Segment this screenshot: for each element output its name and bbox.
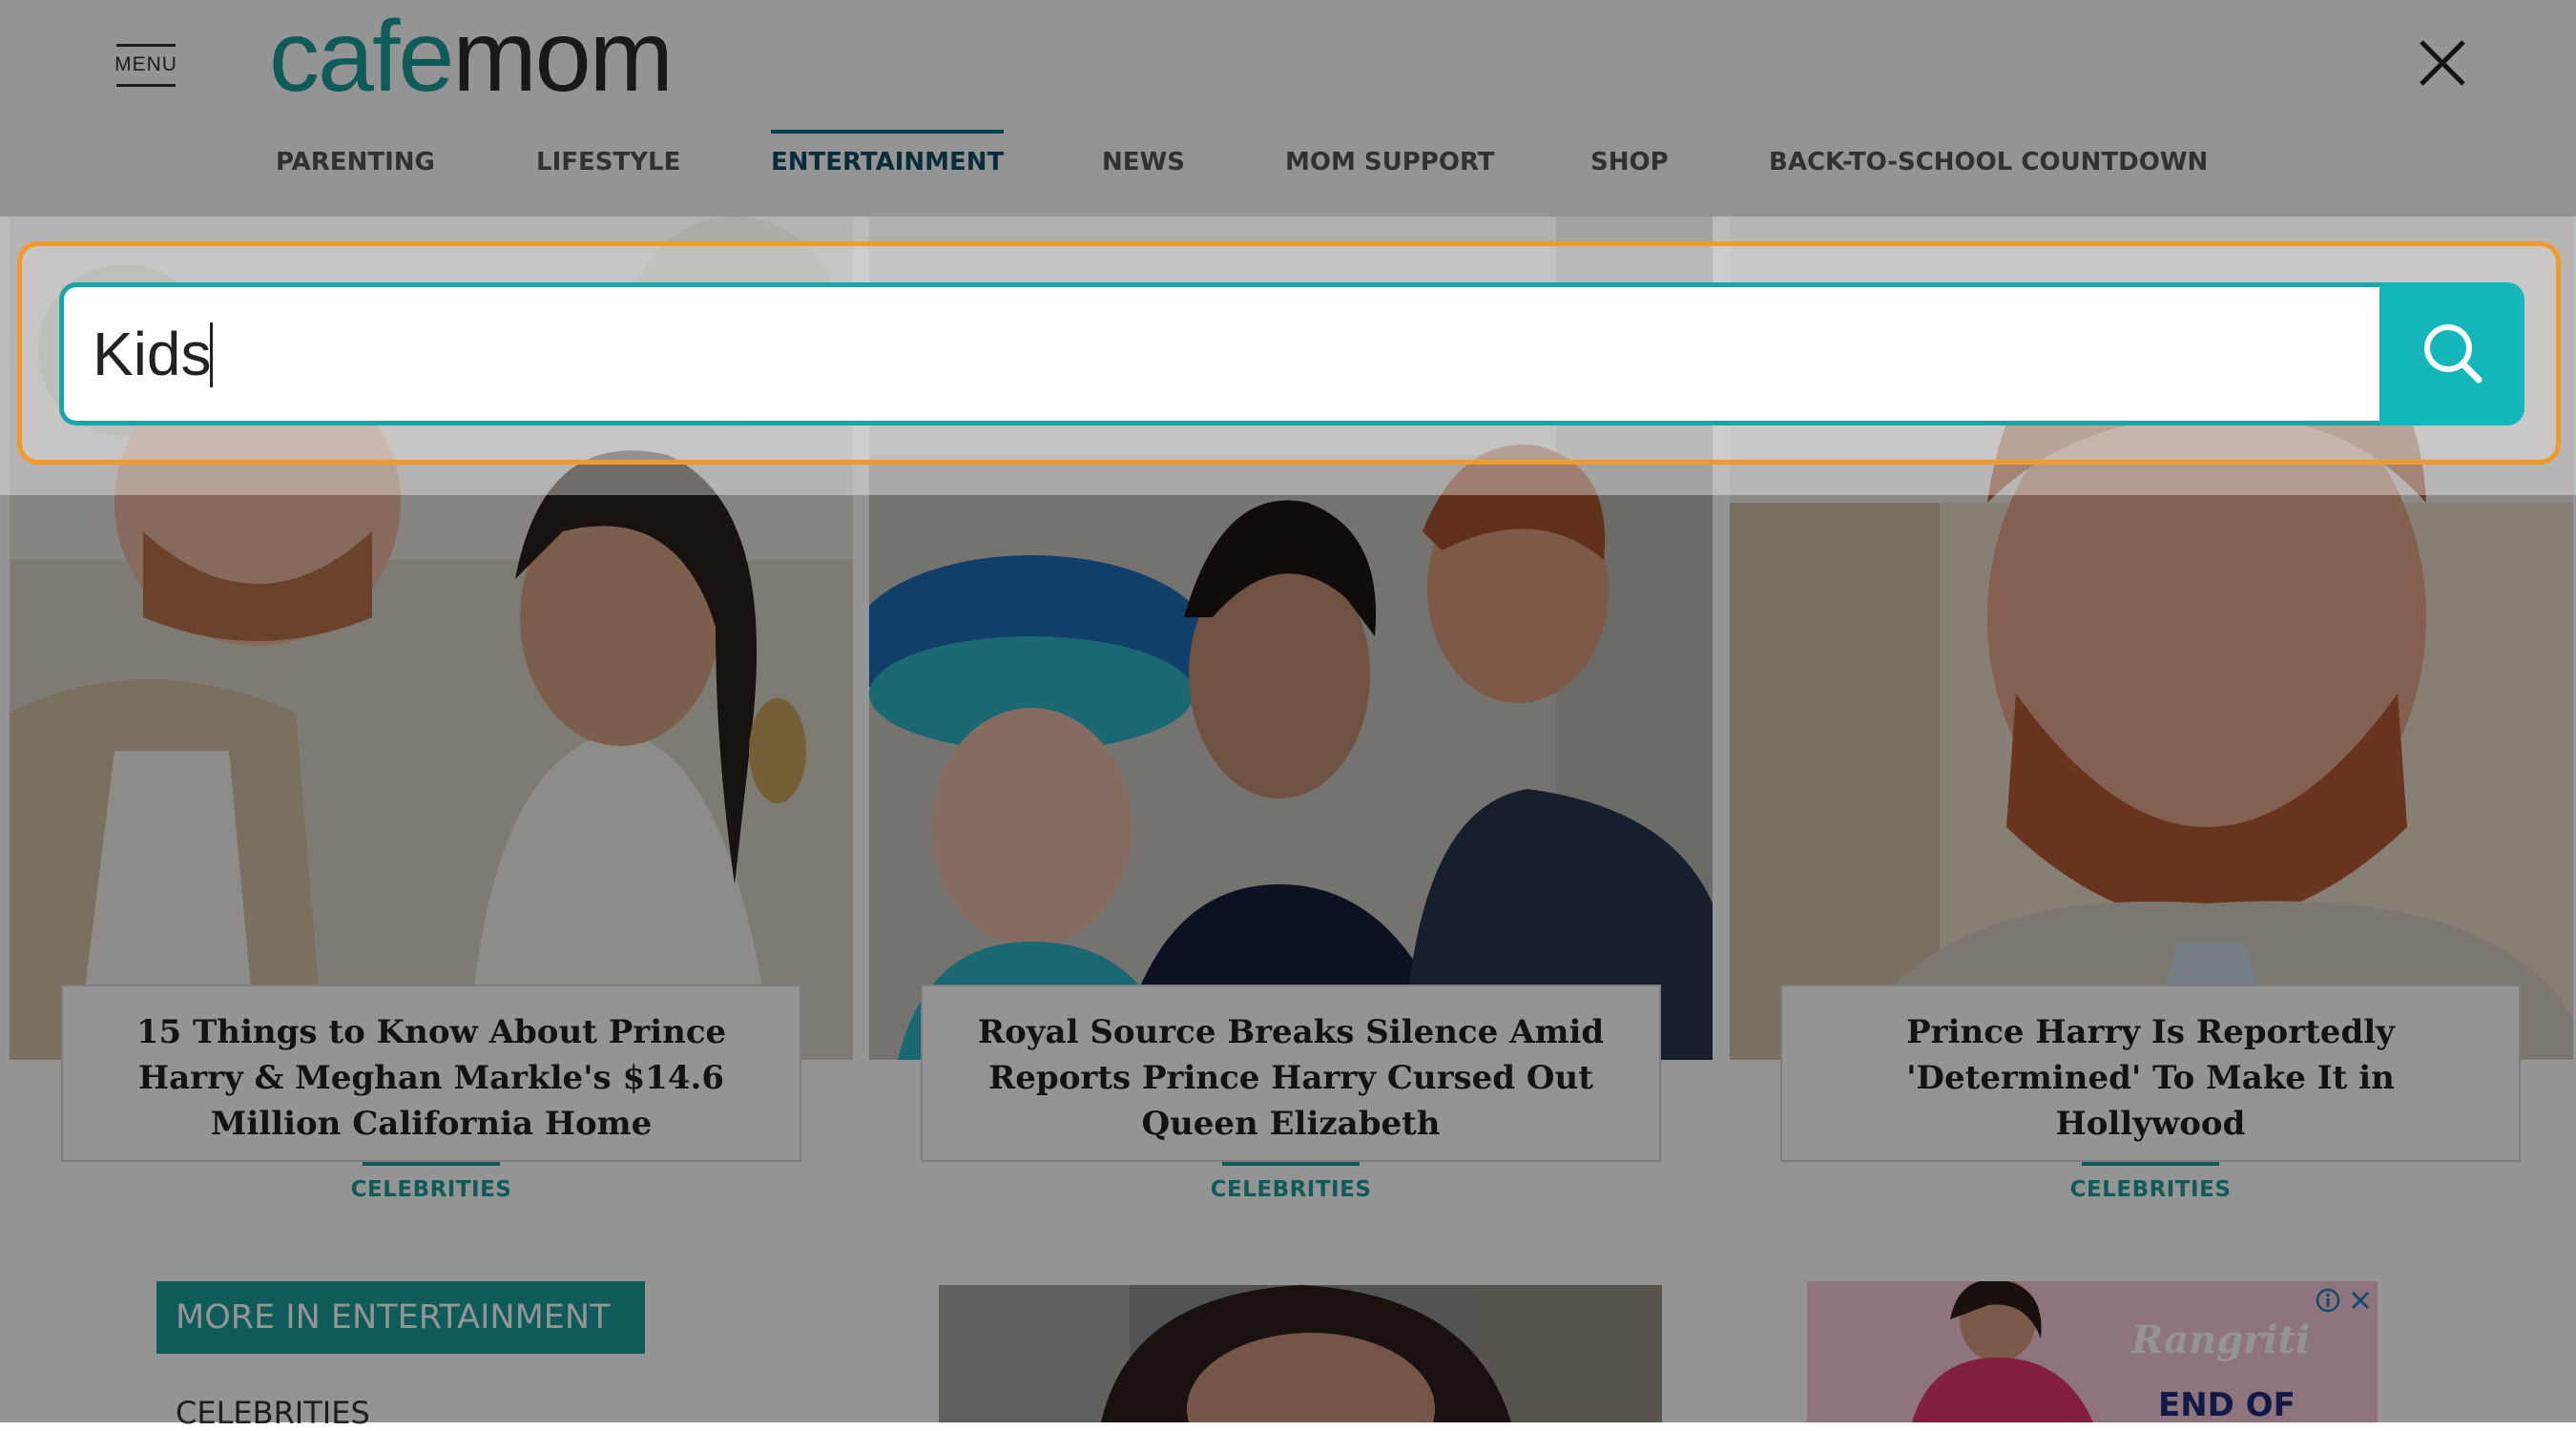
search-overlay-backdrop[interactable] (0, 0, 2576, 1422)
text-caret (210, 322, 213, 387)
search-icon (2424, 324, 2483, 384)
search-input[interactable] (59, 282, 2383, 425)
search-submit-button[interactable] (2379, 282, 2524, 425)
